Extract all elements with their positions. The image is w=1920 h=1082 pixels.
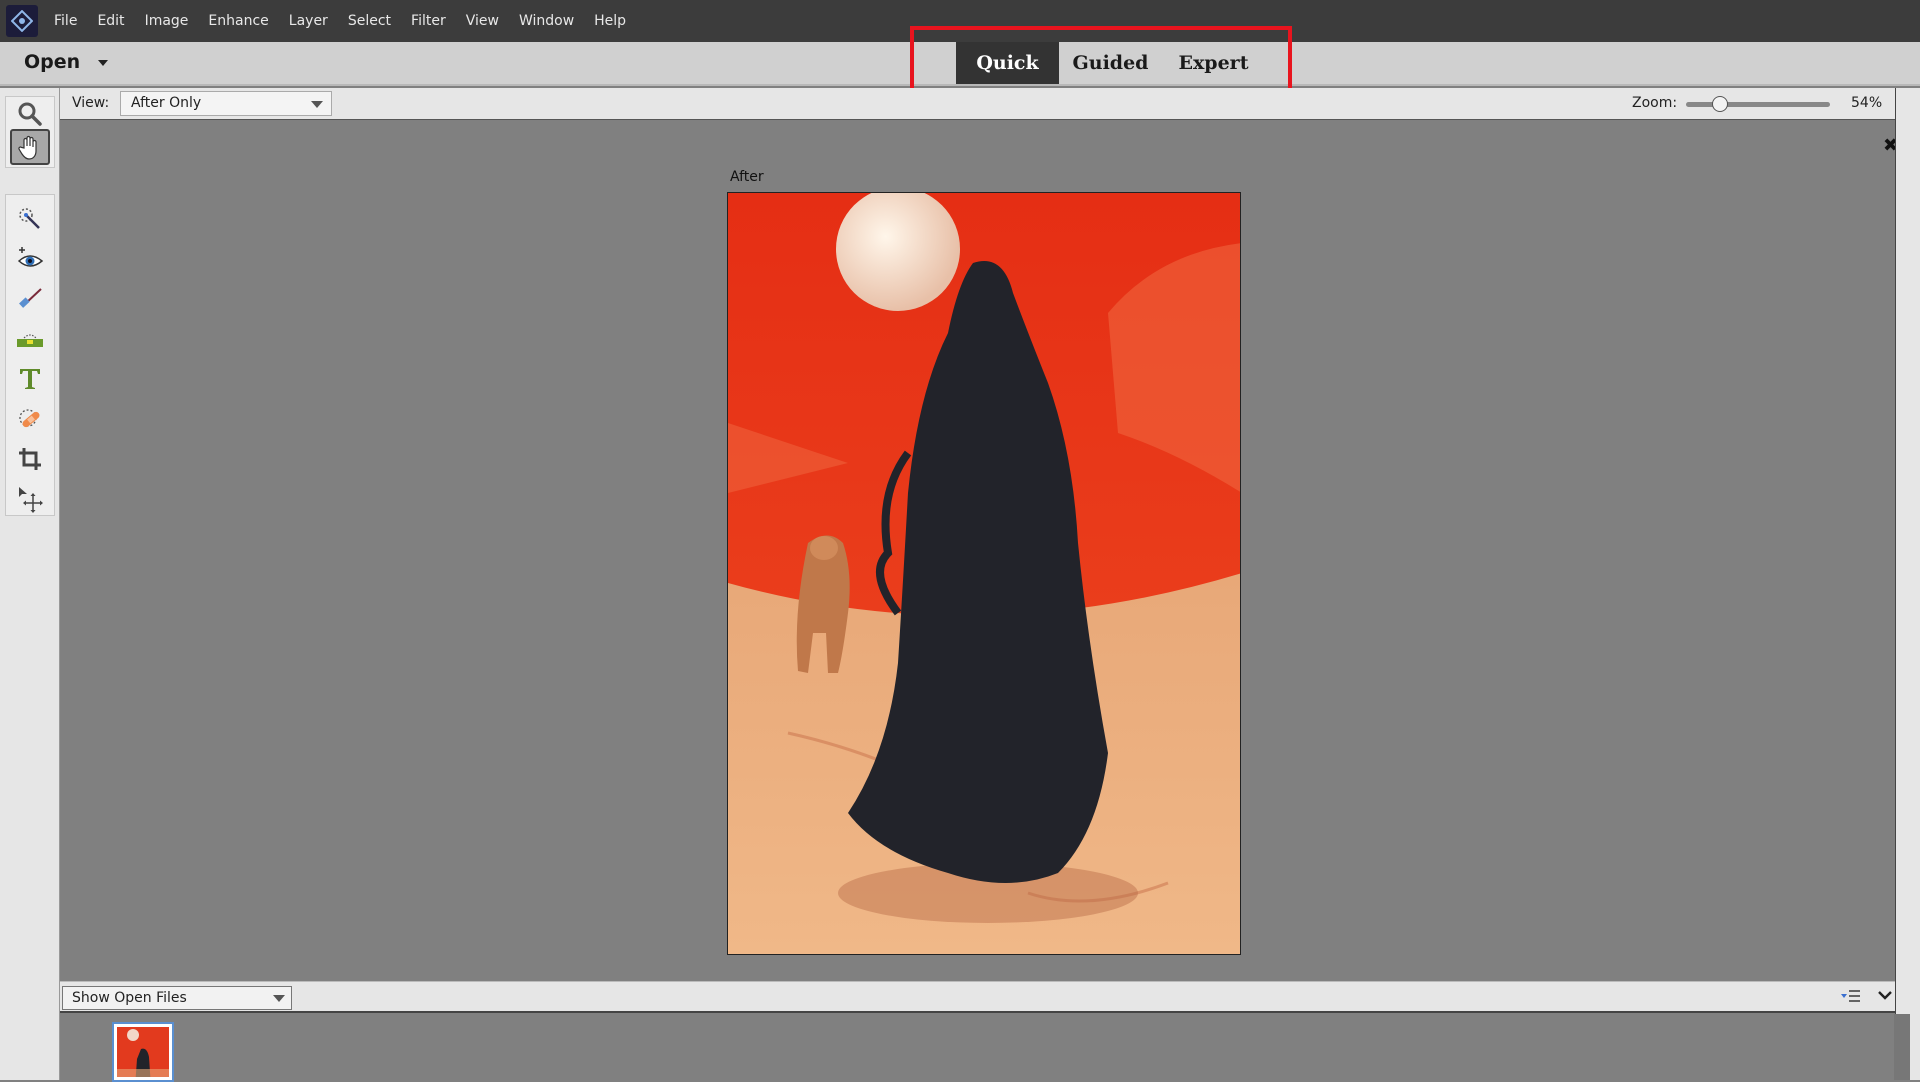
chevron-down-icon: [311, 101, 323, 108]
quick-selection-tool[interactable]: [10, 199, 50, 239]
spot-healing-tool[interactable]: [10, 399, 50, 439]
zoom-label: Zoom:: [1632, 95, 1678, 111]
menu-layer[interactable]: Layer: [289, 13, 328, 29]
view-tools-group: [5, 96, 55, 168]
red-eye-tool[interactable]: [10, 239, 50, 279]
bin-options-icon[interactable]: [1840, 988, 1862, 1010]
mode-tabs: Quick Guided Expert: [956, 42, 1265, 84]
toothbrush-icon: [19, 288, 42, 308]
straighten-tool[interactable]: [10, 319, 50, 359]
open-file-thumbnail[interactable]: [112, 1022, 174, 1082]
magnifier-icon: [18, 102, 42, 126]
thumbnail-image: [117, 1027, 169, 1077]
menu-image[interactable]: Image: [145, 13, 189, 29]
photo-bin-select[interactable]: Show Open Files: [62, 986, 292, 1010]
photo-bin-scrollbar[interactable]: [1894, 1014, 1910, 1080]
hand-tool[interactable]: [10, 129, 50, 165]
tab-quick[interactable]: Quick: [956, 42, 1059, 84]
menu-filter[interactable]: Filter: [411, 13, 446, 29]
menu-view[interactable]: View: [466, 13, 499, 29]
document-canvas-area: ✖ After: [61, 121, 1898, 981]
photo-bin-select-value: Show Open Files: [72, 990, 187, 1006]
move-tool[interactable]: [10, 479, 50, 519]
document-image[interactable]: [727, 192, 1241, 955]
view-label: View:: [72, 95, 110, 111]
type-icon: [20, 369, 40, 389]
quick-selection-icon: [19, 208, 40, 229]
menu-edit[interactable]: Edit: [97, 13, 124, 29]
open-button[interactable]: Open: [24, 51, 80, 73]
after-preview-label: After: [730, 169, 764, 185]
tab-guided[interactable]: Guided: [1059, 42, 1162, 84]
photo-bin-area: [60, 1014, 1910, 1082]
hand-icon: [18, 135, 37, 160]
menu-window[interactable]: Window: [519, 13, 574, 29]
edit-tools-group: [5, 194, 55, 516]
desert-figure-artwork: [728, 193, 1240, 954]
menu-enhance[interactable]: Enhance: [208, 13, 268, 29]
tools-panel: [0, 88, 60, 1080]
chevron-down-icon[interactable]: [1876, 986, 1894, 1008]
chevron-down-icon: [273, 995, 285, 1002]
options-bar: View: After Only Zoom: 54%: [60, 88, 1895, 120]
crop-icon: [19, 448, 41, 470]
menu-help[interactable]: Help: [594, 13, 626, 29]
bandage-icon: [19, 409, 40, 428]
whiten-teeth-tool[interactable]: [10, 279, 50, 319]
zoom-slider-thumb[interactable]: [1711, 96, 1728, 112]
tab-expert[interactable]: Expert: [1162, 42, 1265, 84]
view-select-value: After Only: [131, 95, 202, 111]
right-panel-strip: [1895, 88, 1920, 1080]
zoom-tool[interactable]: [10, 99, 50, 129]
menu-bar: File Edit Image Enhance Layer Select Fil…: [0, 0, 1920, 42]
open-dropdown-arrow-icon[interactable]: [98, 60, 108, 66]
eye-icon: [17, 247, 44, 267]
mode-bar: Open Quick Guided Expert: [0, 42, 1920, 86]
level-icon: [17, 334, 43, 347]
zoom-slider[interactable]: [1686, 96, 1830, 112]
menu-select[interactable]: Select: [348, 13, 391, 29]
move-icon: [19, 487, 43, 513]
type-tool[interactable]: [10, 359, 50, 399]
menu-file[interactable]: File: [54, 13, 77, 29]
crop-tool[interactable]: [10, 439, 50, 479]
zoom-value: 54%: [1851, 95, 1883, 111]
photo-bin-bar: Show Open Files: [60, 981, 1895, 1013]
photoshop-elements-logo-icon[interactable]: [6, 5, 38, 37]
view-select[interactable]: After Only: [120, 91, 332, 116]
